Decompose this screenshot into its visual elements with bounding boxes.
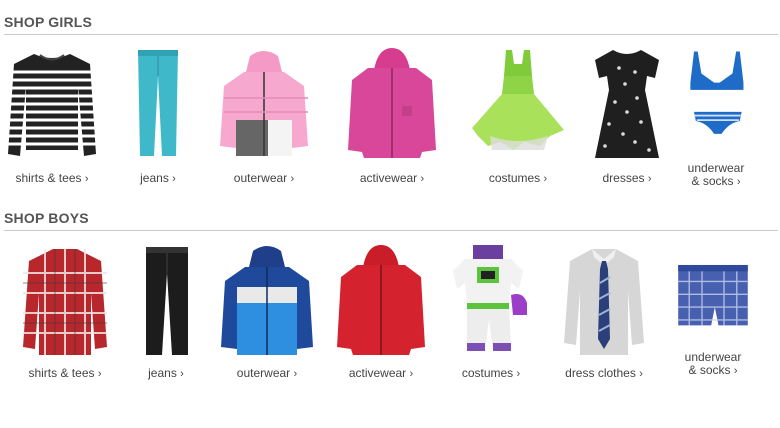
bra-and-underwear-icon	[690, 51, 744, 134]
item-label: costumes ›	[461, 366, 521, 381]
item-label: activewear ›	[359, 171, 425, 186]
plaid-shirt-icon	[23, 249, 107, 355]
pink-puffer-jacket-icon	[220, 51, 308, 156]
item-label: underwear & socks ›	[684, 350, 742, 378]
item-label: underwear & socks ›	[687, 161, 745, 189]
girls-activewear-link[interactable]: activewear ›	[344, 46, 440, 186]
girls-outerwear-link[interactable]: outerwear ›	[216, 46, 312, 186]
striped-shirt-icon	[8, 54, 96, 156]
girls-costumes-link[interactable]: costumes ›	[470, 46, 566, 186]
red-hoodie-icon	[337, 245, 425, 355]
teal-jeans-icon	[138, 50, 178, 156]
boys-dress-clothes-link[interactable]: dress clothes ›	[556, 243, 652, 381]
pink-hoodie-icon	[348, 48, 436, 158]
item-label: activewear ›	[348, 366, 414, 381]
girls-shirts-tees-link[interactable]: shirts & tees ›	[4, 46, 100, 186]
item-label: outerwear ›	[233, 171, 295, 186]
boys-underwear-socks-link[interactable]: underwear & socks ›	[665, 243, 761, 378]
boys-shirts-tees-link[interactable]: shirts & tees ›	[17, 243, 113, 381]
item-label: dresses ›	[602, 171, 652, 186]
item-label: costumes ›	[488, 171, 548, 186]
item-label: dress clothes ›	[565, 366, 643, 381]
item-label: outerwear ›	[236, 366, 298, 381]
shop-boys-heading: SHOP BOYS	[4, 210, 89, 226]
girls-jeans-link[interactable]: jeans ›	[110, 46, 206, 186]
girls-underwear-socks-link[interactable]: underwear & socks ›	[668, 46, 764, 189]
item-label: jeans ›	[148, 366, 184, 381]
girls-dresses-link[interactable]: dresses ›	[579, 46, 675, 186]
space-ranger-costume-icon	[453, 245, 527, 351]
boys-activewear-link[interactable]: activewear ›	[333, 243, 429, 381]
section-divider	[4, 230, 778, 231]
plaid-boxers-icon	[678, 264, 748, 326]
item-label: shirts & tees ›	[28, 366, 102, 381]
shop-girls-heading: SHOP GIRLS	[4, 14, 93, 30]
item-label: shirts & tees ›	[15, 171, 89, 186]
boys-costumes-link[interactable]: costumes ›	[443, 243, 539, 381]
black-dress-icon	[595, 50, 659, 158]
item-label: jeans ›	[140, 171, 176, 186]
black-jeans-icon	[146, 247, 188, 355]
boys-outerwear-link[interactable]: outerwear ›	[219, 243, 315, 381]
fairy-costume-icon	[472, 50, 564, 150]
dress-shirt-and-tie-icon	[564, 249, 644, 355]
boys-jeans-link[interactable]: jeans ›	[118, 243, 214, 381]
section-divider	[4, 34, 778, 35]
blue-puffer-jacket-icon	[221, 246, 313, 355]
